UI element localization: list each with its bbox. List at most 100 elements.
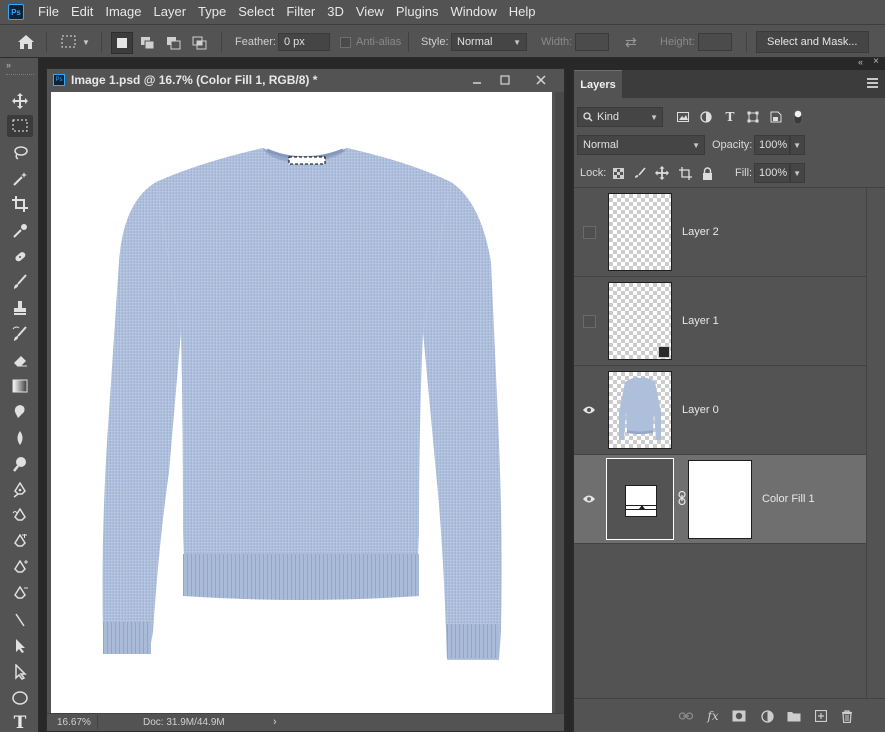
lock-position-icon[interactable]	[654, 165, 670, 181]
crop-icon[interactable]	[7, 193, 33, 215]
lock-transparent-icon[interactable]	[610, 165, 626, 181]
eye-icon[interactable]	[582, 493, 596, 505]
menu-view[interactable]: View	[350, 0, 390, 24]
intersect-selection-button[interactable]	[189, 32, 211, 54]
blur-icon[interactable]	[7, 400, 33, 422]
magic-wand-icon[interactable]	[7, 168, 33, 190]
convert-point-icon[interactable]	[7, 609, 33, 631]
menu-plugins[interactable]: Plugins	[390, 0, 445, 24]
filter-kind-select[interactable]: Kind ▼	[577, 107, 663, 127]
path-select-icon[interactable]	[7, 635, 33, 657]
layer-row[interactable]: Layer 1	[574, 277, 866, 366]
select-and-mask-button[interactable]: Select and Mask...	[756, 31, 869, 53]
layer-mask-thumbnail[interactable]	[688, 460, 752, 539]
filter-adjustment-icon[interactable]	[698, 109, 714, 125]
clone-stamp-icon[interactable]	[7, 297, 33, 319]
layer-row[interactable]: Layer 0	[574, 366, 866, 455]
fill-input[interactable]: 100%	[754, 163, 790, 183]
new-adjustment-icon[interactable]	[759, 708, 775, 724]
link-layers-icon[interactable]	[678, 708, 694, 724]
menu-help[interactable]: Help	[503, 0, 542, 24]
menu-3d[interactable]: 3D	[321, 0, 350, 24]
eye-icon[interactable]	[582, 404, 596, 416]
filter-smart-object-icon[interactable]	[768, 109, 784, 125]
home-icon[interactable]	[17, 25, 35, 59]
new-selection-button[interactable]	[111, 32, 133, 54]
layer-name[interactable]: Layer 2	[682, 226, 719, 238]
lock-pixels-icon[interactable]	[632, 165, 648, 181]
fill-dropdown[interactable]: ▼	[790, 163, 805, 183]
ellipse-icon[interactable]	[7, 687, 33, 709]
chevron-right-icon[interactable]: ›	[273, 716, 277, 728]
gradient-icon[interactable]	[7, 375, 33, 397]
menu-window[interactable]: Window	[444, 0, 502, 24]
add-anchor-icon[interactable]	[7, 557, 33, 579]
layer-name[interactable]: Layer 0	[682, 404, 719, 416]
visibility-toggle[interactable]	[583, 226, 596, 239]
panel-grip[interactable]	[6, 74, 34, 77]
menu-layer[interactable]: Layer	[148, 0, 193, 24]
dodge-icon[interactable]	[7, 427, 33, 449]
smudge-icon[interactable]	[7, 453, 33, 475]
minimize-icon[interactable]	[467, 72, 487, 88]
add-mask-icon[interactable]	[731, 708, 747, 724]
marquee-icon[interactable]	[7, 115, 33, 137]
menu-select[interactable]: Select	[232, 0, 280, 24]
menu-edit[interactable]: Edit	[65, 0, 99, 24]
link-icon[interactable]	[678, 490, 686, 506]
layer-row[interactable]: Layer 2	[574, 188, 866, 277]
tab-layers[interactable]: Layers	[574, 70, 622, 98]
fill-layer-thumbnail[interactable]	[606, 458, 674, 540]
style-select[interactable]: Normal ▼	[451, 33, 527, 51]
layer-name[interactable]: Layer 1	[682, 315, 719, 327]
swap-icon[interactable]: ⇄	[625, 25, 637, 59]
panel-menu-icon[interactable]	[867, 78, 878, 88]
pen-icon[interactable]	[7, 479, 33, 501]
layer-row-selected[interactable]: Color Fill 1	[574, 455, 866, 544]
opacity-input[interactable]: 100%	[754, 135, 790, 155]
width-input[interactable]	[575, 33, 609, 51]
healing-brush-icon[interactable]	[7, 246, 33, 268]
vertical-scrollbar[interactable]	[555, 92, 564, 713]
collapse-icon[interactable]: »	[6, 60, 11, 70]
filter-type-icon[interactable]: T	[722, 109, 738, 125]
curvature-pen-icon[interactable]	[7, 531, 33, 553]
direct-select-icon[interactable]	[7, 661, 33, 683]
history-brush-icon[interactable]	[7, 323, 33, 345]
visibility-toggle[interactable]	[583, 315, 596, 328]
lock-artboard-icon[interactable]	[677, 165, 693, 181]
fx-icon[interactable]: fx	[705, 708, 721, 724]
delete-layer-icon[interactable]	[839, 708, 855, 724]
layer-name[interactable]: Color Fill 1	[762, 493, 815, 505]
move-icon[interactable]	[7, 90, 33, 112]
add-selection-button[interactable]	[137, 32, 159, 54]
collapse-panels-icon[interactable]: «	[858, 57, 863, 67]
new-group-icon[interactable]	[786, 708, 802, 724]
menu-file[interactable]: File	[32, 0, 65, 24]
menu-type[interactable]: Type	[192, 0, 232, 24]
lasso-icon[interactable]	[7, 142, 33, 164]
close-panels-icon[interactable]: ×	[873, 56, 879, 67]
feather-input[interactable]: 0 px	[278, 33, 330, 51]
canvas[interactable]	[51, 92, 552, 713]
antialias-checkbox[interactable]: Anti-alias	[340, 25, 401, 59]
filter-toggle-switch[interactable]	[790, 109, 806, 125]
filter-pixel-icon[interactable]	[675, 109, 691, 125]
marquee-preset-picker[interactable]: ▼	[60, 25, 90, 59]
new-layer-icon[interactable]	[813, 708, 829, 724]
blend-mode-select[interactable]: Normal ▼	[577, 135, 705, 155]
lock-all-icon[interactable]	[699, 165, 715, 181]
brush-icon[interactable]	[7, 271, 33, 293]
document-tab[interactable]: Ps Image 1.psd @ 16.7% (Color Fill 1, RG…	[47, 69, 564, 91]
delete-anchor-icon[interactable]	[7, 583, 33, 605]
opacity-dropdown[interactable]: ▼	[790, 135, 805, 155]
height-input[interactable]	[698, 33, 732, 51]
eyedropper-icon[interactable]	[7, 220, 33, 242]
subtract-selection-button[interactable]	[163, 32, 185, 54]
zoom-level[interactable]: 16.67%	[57, 717, 91, 728]
filter-shape-icon[interactable]	[745, 109, 761, 125]
type-icon[interactable]: T	[7, 712, 33, 732]
eraser-icon[interactable]	[7, 349, 33, 371]
close-icon[interactable]	[531, 72, 551, 88]
freeform-pen-icon[interactable]	[7, 505, 33, 527]
